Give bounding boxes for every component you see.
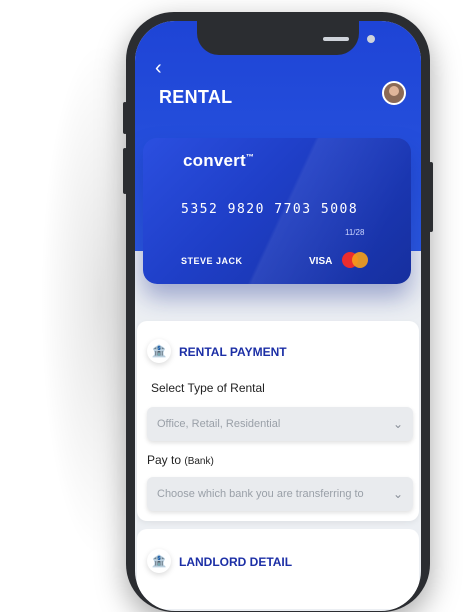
rental-type-value: Office, Retail, Residential [157, 418, 281, 430]
back-chevron-icon[interactable]: ‹ [155, 57, 162, 80]
chevron-down-icon: ⌄ [392, 487, 403, 501]
notch [197, 21, 375, 55]
avatar[interactable] [382, 81, 406, 105]
phone-frame: ‹ RENTAL convert™ 5352 9820 7703 5008 11… [123, 12, 433, 612]
phone-screen: ‹ RENTAL convert™ 5352 9820 7703 5008 11… [135, 21, 421, 611]
rental-type-select[interactable]: Office, Retail, Residential ⌄ [147, 407, 413, 441]
rental-type-label: Select Type of Rental [151, 381, 265, 395]
card-number: 5352 9820 7703 5008 [181, 202, 359, 217]
payto-label: Pay to (Bank) [147, 453, 214, 467]
phone-side-button [123, 102, 127, 134]
camera [367, 35, 375, 43]
bank-select[interactable]: Choose which bank you are transferring t… [147, 477, 413, 511]
bank-icon: 🏦 [147, 549, 171, 573]
section-title: RENTAL PAYMENT [179, 345, 287, 359]
card-network: VISA [309, 256, 333, 267]
mastercard-logo-orange [352, 252, 368, 268]
bank-icon: 🏦 [147, 339, 171, 363]
page-title: RENTAL [159, 87, 233, 107]
landlord-panel: 🏦 LANDLORD DETAIL [137, 529, 419, 609]
credit-card[interactable]: convert™ 5352 9820 7703 5008 11/28 STEVE… [143, 138, 411, 284]
chevron-down-icon: ⌄ [392, 417, 403, 431]
bank-select-placeholder: Choose which bank you are transferring t… [157, 488, 364, 500]
speaker [323, 37, 349, 41]
rental-payment-panel: 🏦 RENTAL PAYMENT Select Type of Rental O… [137, 321, 419, 521]
card-expiry: 11/28 [345, 228, 365, 237]
phone-side-button [429, 162, 433, 232]
phone-side-button [123, 148, 127, 194]
card-brand: convert™ [183, 151, 255, 170]
card-holder: STEVE JACK [181, 256, 243, 266]
section-title: LANDLORD DETAIL [179, 555, 293, 569]
